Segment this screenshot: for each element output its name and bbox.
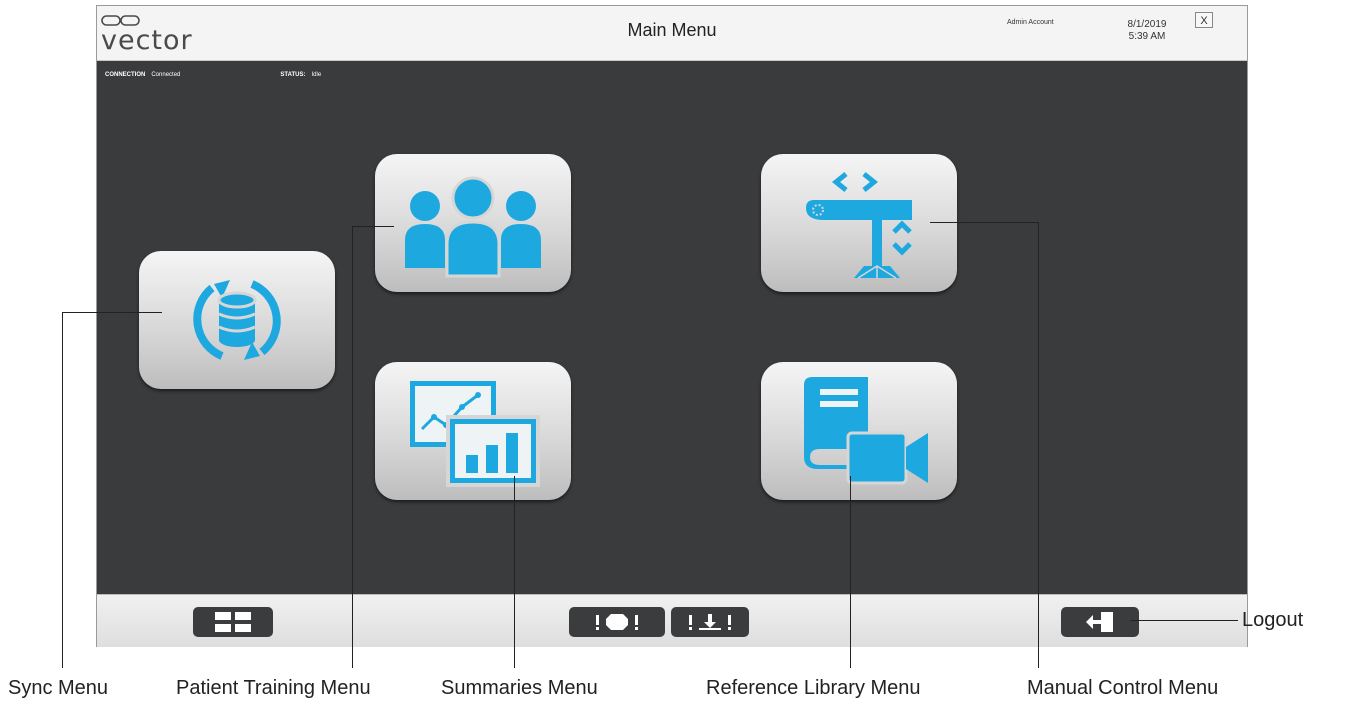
date-text: 8/1/2019 <box>1127 19 1167 30</box>
reference-library-menu-tile[interactable] <box>761 362 957 500</box>
manual-control-menu-tile[interactable] <box>761 154 957 292</box>
status-value: Idle <box>311 72 322 78</box>
status-label: STATUS: <box>280 72 306 78</box>
bottom-toolbar <box>97 594 1247 647</box>
alert-stop-icon <box>596 614 638 630</box>
patient-callout-line <box>352 226 353 668</box>
charts-icon <box>410 381 540 487</box>
sync-callout-line <box>62 312 63 668</box>
status-bar: CONNECTION Connected STATUS: Idle <box>105 72 321 78</box>
lower-button[interactable] <box>671 607 749 637</box>
summaries-menu-tile[interactable] <box>375 362 571 500</box>
sync-menu-tile[interactable] <box>139 251 335 389</box>
logout-callout-line <box>1130 620 1238 621</box>
users-group-icon <box>405 176 541 278</box>
main-menu-button[interactable] <box>193 607 273 637</box>
summaries-menu-label: Summaries Menu <box>441 677 598 699</box>
patient-callout-line-h <box>352 226 394 227</box>
logout-label: Logout <box>1242 609 1304 631</box>
manual-callout-line <box>1038 222 1039 668</box>
date-time: 8/1/2019 5:39 AM <box>1117 19 1177 43</box>
reference-callout-line <box>850 476 851 668</box>
logout-button[interactable] <box>1061 607 1139 637</box>
application-window: vector Main Menu Admin Account 8/1/2019 … <box>96 5 1248 647</box>
patient-training-menu-tile[interactable] <box>375 154 571 292</box>
connection-value: Connected <box>151 72 181 78</box>
reference-library-menu-label: Reference Library Menu <box>706 677 921 699</box>
close-button[interactable]: X <box>1195 12 1213 28</box>
book-video-icon <box>804 377 928 485</box>
manual-callout-line-h <box>930 222 1038 223</box>
sync-callout-line-h <box>62 312 162 313</box>
sync-menu-label: Sync Menu <box>8 677 109 699</box>
page-title: Main Menu <box>627 20 717 40</box>
trolley-control-icon <box>806 172 912 279</box>
summaries-callout-line <box>514 476 515 668</box>
connection-label: CONNECTION <box>105 72 146 78</box>
database-sync-icon <box>193 280 281 360</box>
alert-button[interactable] <box>569 607 665 637</box>
title-bar: vector Main Menu Admin Account 8/1/2019 … <box>97 6 1247 61</box>
time-text: 5:39 AM <box>1128 31 1166 42</box>
lower-icon <box>689 614 731 630</box>
account-name: Admin Account <box>1007 19 1054 26</box>
patient-training-menu-label: Patient Training Menu <box>176 677 371 699</box>
manual-control-menu-label: Manual Control Menu <box>1027 677 1219 699</box>
logout-icon <box>1086 612 1113 632</box>
grid-icon <box>215 612 251 632</box>
